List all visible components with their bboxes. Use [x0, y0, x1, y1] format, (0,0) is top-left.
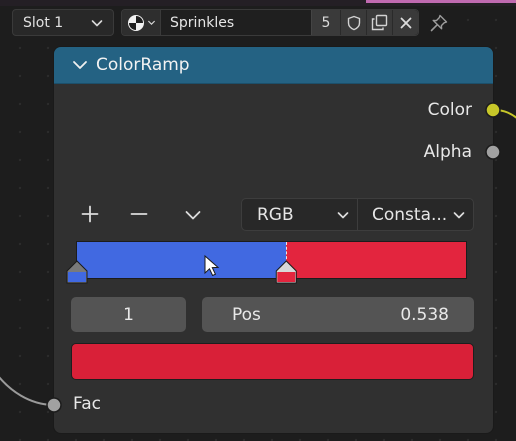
shield-icon	[347, 15, 360, 30]
node-title: ColorRamp	[96, 55, 190, 75]
ramp-specials-menu-button[interactable]	[179, 201, 207, 229]
chevron-down-icon	[147, 20, 155, 25]
active-stop-line	[286, 242, 288, 278]
material-user-count[interactable]: 5	[311, 10, 340, 35]
chevron-down-icon	[453, 211, 465, 218]
remove-stop-button[interactable]	[125, 200, 153, 228]
node-header[interactable]: ColorRamp	[54, 47, 493, 84]
chevron-down-icon	[91, 19, 103, 26]
material-sphere-icon	[127, 14, 144, 31]
stop-color-swatch[interactable]	[71, 343, 474, 380]
material-name-field[interactable]: Sprinkles	[161, 10, 311, 35]
stop-position-label: Pos	[232, 304, 261, 325]
material-slot-label: Slot 1	[23, 14, 64, 31]
plus-icon	[81, 205, 99, 223]
minus-icon	[130, 213, 148, 215]
browse-material-button[interactable]	[122, 10, 161, 35]
output-alpha-label: Alpha	[423, 142, 472, 162]
duplicate-icon	[371, 14, 388, 31]
pin-button[interactable]	[427, 11, 451, 35]
chevron-down-icon	[185, 211, 201, 220]
material-datablock-selector: Sprinkles 5	[121, 9, 419, 36]
top-accent	[366, 0, 516, 3]
color-mode-dropdown[interactable]: RGB	[241, 198, 358, 231]
window-top-edge	[0, 0, 516, 6]
ramp-segment-1	[286, 242, 466, 278]
unlink-material-button[interactable]	[392, 10, 418, 35]
material-slot-dropdown[interactable]: Slot 1	[12, 9, 114, 36]
active-stop-index-field[interactable]: 1	[71, 297, 186, 332]
colorramp-node[interactable]: ColorRamp Color Alpha RGB Consta... 1 Po…	[54, 47, 493, 433]
pin-icon	[430, 14, 448, 32]
fake-user-button[interactable]	[340, 10, 366, 35]
fac-input-label: Fac	[73, 394, 101, 414]
output-alpha: Alpha	[424, 138, 493, 166]
duplicate-material-button[interactable]	[366, 10, 392, 35]
interpolation-value: Consta...	[372, 204, 448, 225]
interpolation-dropdown[interactable]: Consta...	[357, 198, 474, 231]
active-stop-index-value: 1	[123, 304, 134, 325]
output-color: Color	[428, 96, 493, 124]
chevron-down-icon[interactable]	[70, 55, 90, 75]
add-stop-button[interactable]	[76, 200, 104, 228]
color-mode-value: RGB	[257, 204, 294, 225]
output-color-label: Color	[427, 100, 472, 120]
stop-position-value: 0.538	[400, 304, 449, 325]
stop-position-field[interactable]: Pos 0.538	[202, 297, 474, 332]
ramp-segment-0	[77, 242, 287, 278]
color-ramp-bar[interactable]	[76, 241, 467, 279]
close-icon	[400, 17, 411, 28]
chevron-down-icon	[337, 211, 349, 218]
